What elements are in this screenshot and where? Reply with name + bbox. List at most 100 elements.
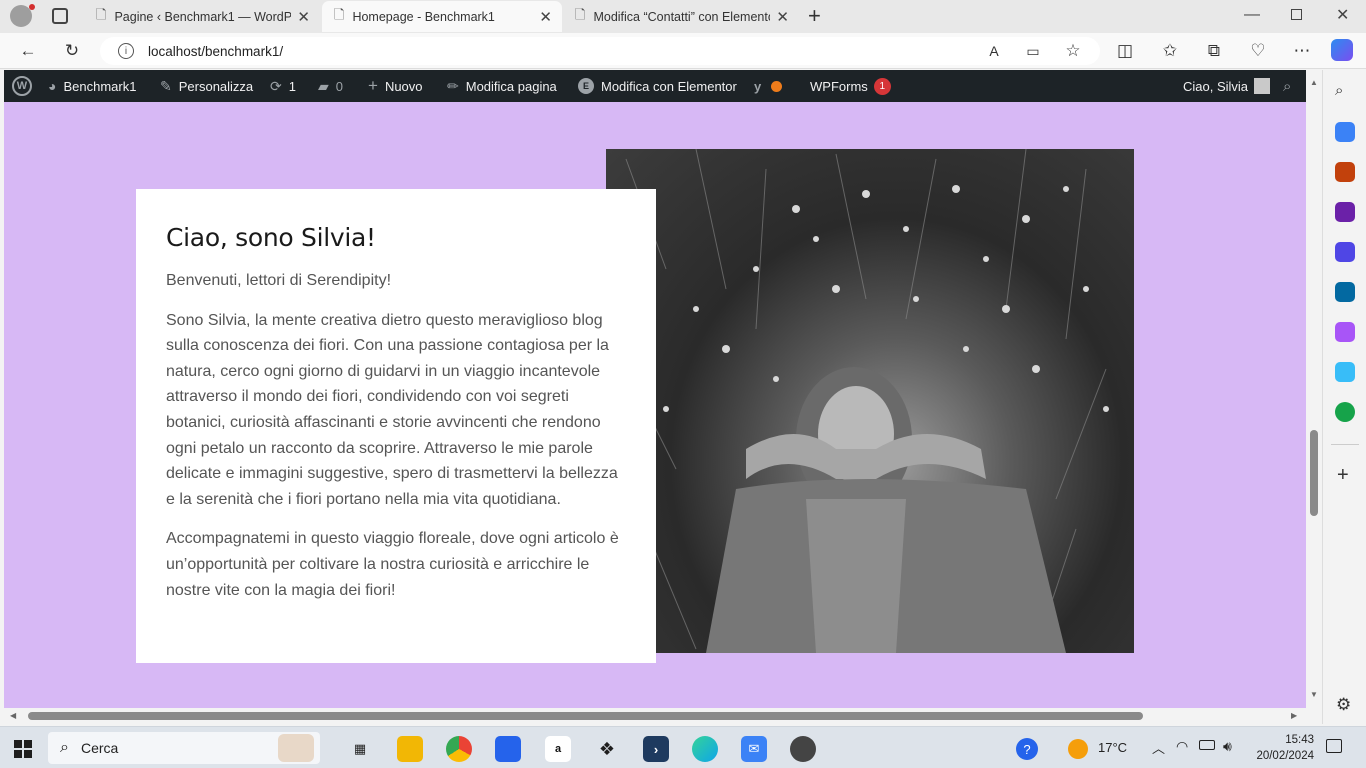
tab-pages[interactable]: 🗋 Pagine ‹ Benchmark1 — WordPress ✕ [84, 1, 320, 32]
more-menu-icon[interactable]: ⋯ [1290, 39, 1314, 63]
updates-link[interactable]: ⟳ 1 [270, 70, 296, 102]
yoast-link[interactable]: y [754, 70, 783, 102]
shopping-tag-icon[interactable] [1335, 122, 1355, 142]
network-icon[interactable]: ◠ [1176, 738, 1188, 755]
chrome-icon[interactable] [446, 736, 472, 762]
site-name-link[interactable]: ◕ Benchmark1 [48, 70, 136, 102]
updates-count: 1 [288, 78, 296, 94]
help-icon[interactable]: ? [1016, 738, 1038, 760]
tab-title: Homepage - Benchmark1 [352, 9, 495, 24]
scroll-right-arrow[interactable]: ▶ [1291, 711, 1297, 720]
edit-page-link[interactable]: ✏ Modifica pagina [447, 70, 557, 102]
intro-paragraph-3: Accompagnatemi in questo viaggio floreal… [166, 530, 619, 599]
account-menu[interactable]: Ciao, Silvia [1183, 70, 1271, 102]
vertical-scrollbar[interactable]: ▲ ▼ [1306, 70, 1322, 708]
address-bar[interactable]: i localhost/benchmark1/ [100, 37, 1100, 65]
brush-icon: ✎ [160, 77, 172, 94]
intro-heading: Ciao, sono Silvia! [166, 223, 376, 252]
wp-logo-icon[interactable]: W [12, 70, 32, 102]
clock[interactable]: 15:43 20/02/2024 [1254, 732, 1314, 764]
sidebar-divider [1331, 444, 1359, 445]
favorites-icon[interactable]: ✩ [1158, 39, 1182, 63]
page-icon: 🗋 [96, 6, 107, 22]
wpforms-label: WPForms [810, 78, 868, 94]
plus-icon: + [368, 76, 378, 95]
close-tab-icon[interactable]: ✕ [776, 8, 789, 26]
split-screen-icon[interactable]: ◫ [1113, 39, 1137, 63]
settings-gear-icon[interactable]: ⚙ [1336, 695, 1351, 715]
games-icon[interactable] [1335, 202, 1355, 222]
start-windows-icon[interactable] [14, 740, 32, 758]
read-aloud-icon[interactable]: A [982, 39, 1006, 63]
weather-temp[interactable]: 17°C [1098, 740, 1127, 755]
immersive-reader-icon[interactable]: ▭ [1021, 39, 1045, 63]
search-icon[interactable]: ⌕ [1335, 82, 1355, 102]
tree-icon[interactable] [1335, 402, 1355, 422]
customize-link[interactable]: ✎ Personalizza [160, 70, 253, 102]
mail-icon[interactable]: ✉ [741, 736, 767, 762]
new-content-link[interactable]: + Nuovo [368, 70, 423, 102]
volume-icon[interactable]: 🔊︎ [1223, 738, 1232, 755]
powershell-icon[interactable]: › [643, 736, 669, 762]
browser-tab-bar: 🗋 Pagine ‹ Benchmark1 — WordPress ✕ 🗋 Ho… [0, 0, 1366, 33]
dashboard-icon: ◕ [48, 78, 57, 94]
store-icon[interactable] [495, 736, 521, 762]
close-window-button[interactable]: ✕ [1336, 5, 1349, 25]
performance-icon[interactable]: ♡ [1246, 39, 1270, 63]
favorite-star-icon[interactable]: ☆ [1061, 39, 1085, 63]
elementor-link[interactable]: E Modifica con Elementor [578, 70, 737, 102]
close-tab-icon[interactable]: ✕ [539, 8, 552, 26]
dropbox-icon[interactable]: ❖ [594, 736, 620, 762]
site-info-icon[interactable]: i [118, 43, 134, 59]
taskbar-search[interactable]: ⌕ Cerca [48, 732, 320, 764]
taskbar-search-label: Cerca [80, 740, 119, 756]
scroll-thumb[interactable] [28, 712, 1143, 720]
back-icon[interactable]: ← [16, 39, 40, 63]
office-icon[interactable] [1335, 242, 1355, 262]
battery-icon[interactable] [1199, 740, 1215, 750]
elementor-icon: E [578, 78, 594, 94]
tab-contatti[interactable]: 🗋 Modifica “Contatti” con Elementor ✕ [563, 1, 799, 32]
copilot-icon[interactable] [1331, 39, 1353, 61]
intro-paragraph-1: Benvenuti, lettori di Serendipity! [166, 272, 392, 289]
file-explorer-icon[interactable] [397, 736, 423, 762]
search-icon: ⌕ [60, 739, 69, 756]
refresh-icon[interactable]: ↻ [60, 39, 84, 63]
minimize-button[interactable]: — [1244, 6, 1260, 24]
close-tab-icon[interactable]: ✕ [297, 8, 310, 26]
scroll-up-arrow[interactable]: ▲ [1310, 78, 1318, 87]
tab-homepage[interactable]: 🗋 Homepage - Benchmark1 ✕ [322, 1, 562, 32]
amazon-icon[interactable]: a [545, 736, 571, 762]
tab-actions-icon[interactable] [52, 8, 68, 24]
user-avatar [1254, 78, 1271, 94]
notifications-icon[interactable] [1326, 739, 1342, 753]
wpforms-link[interactable]: WPForms 1 [810, 70, 891, 102]
scroll-thumb[interactable] [1310, 430, 1318, 516]
app-icon[interactable] [790, 736, 816, 762]
weather-icon[interactable] [1068, 739, 1088, 759]
task-view-icon[interactable]: ▦ [347, 736, 373, 762]
search-icon[interactable]: ⌕ [1283, 70, 1291, 102]
add-sidebar-icon[interactable]: + [1337, 464, 1349, 487]
restore-button[interactable] [1291, 9, 1302, 20]
url-text[interactable]: localhost/benchmark1/ [148, 44, 283, 59]
scroll-down-arrow[interactable]: ▼ [1310, 690, 1318, 699]
collections-icon[interactable]: ⧉ [1202, 39, 1226, 63]
edge-icon[interactable] [692, 736, 718, 762]
edge-sidebar: ⌕ + ⚙ [1322, 70, 1366, 724]
horizontal-scrollbar[interactable]: ◀ ▶ [4, 708, 1306, 724]
wpforms-badge: 1 [873, 77, 891, 95]
show-hidden-icons[interactable]: ︿ [1152, 738, 1165, 757]
new-label: Nuovo [384, 78, 423, 94]
designer-icon[interactable] [1335, 322, 1355, 342]
new-tab-button[interactable]: + [808, 3, 821, 29]
tools-icon[interactable] [1335, 162, 1355, 182]
outlook-icon[interactable] [1335, 282, 1355, 302]
page-icon: 🗋 [575, 6, 586, 22]
send-icon[interactable] [1335, 362, 1355, 382]
cake-icon [278, 734, 314, 762]
comments-link[interactable]: ▰ 0 [318, 70, 343, 102]
intro-card: Ciao, sono Silvia! Benvenuti, lettori di… [136, 189, 656, 663]
scroll-left-arrow[interactable]: ◀ [10, 711, 16, 720]
profile-notification-dot [29, 4, 35, 10]
